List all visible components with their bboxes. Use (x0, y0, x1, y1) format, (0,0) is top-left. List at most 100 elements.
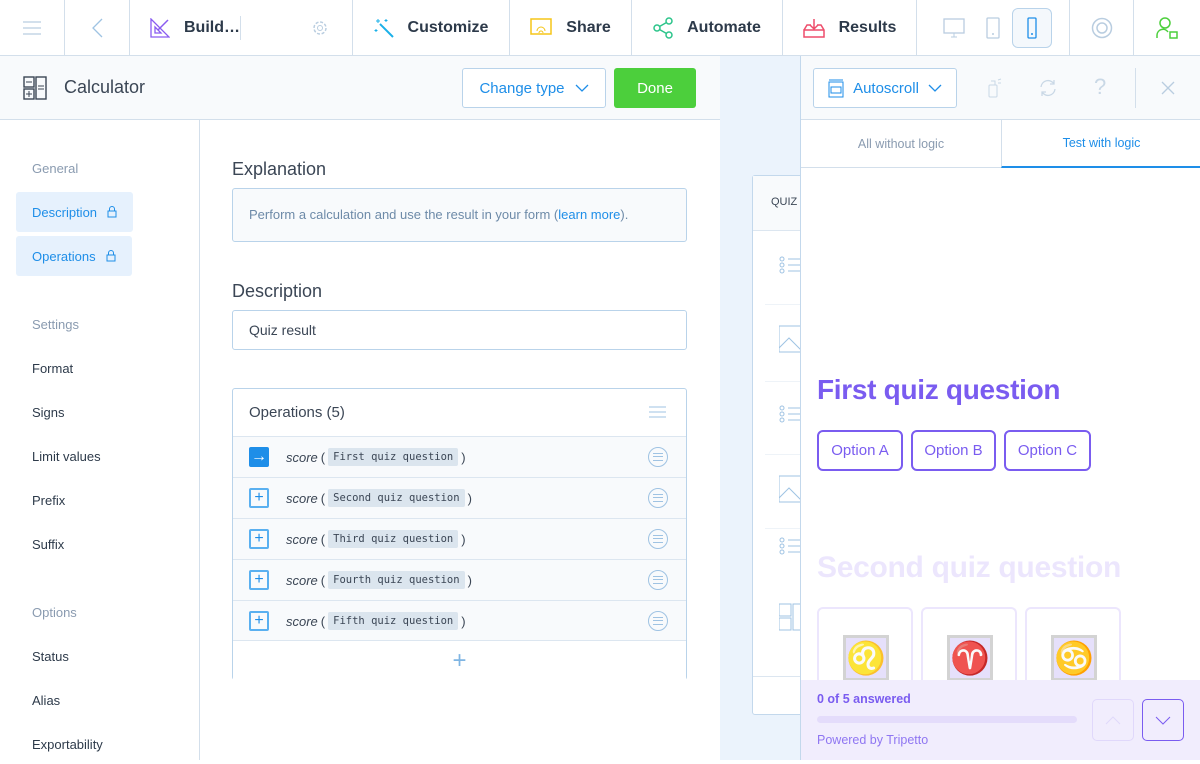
paren-close: ) (467, 572, 472, 588)
help-icon[interactable]: ? (1094, 74, 1106, 100)
option-label: Option B (924, 442, 983, 459)
tab-build[interactable]: Build… (130, 0, 353, 55)
explanation-text: Perform a calculation and use the result… (249, 207, 559, 222)
section-settings: Settings (32, 317, 79, 332)
close-icon[interactable] (1161, 81, 1175, 95)
chevron-down-icon (575, 84, 588, 92)
item-label: Suffix (32, 536, 65, 552)
image-option-leo[interactable]: ♌ (817, 607, 913, 687)
description-input[interactable]: Quiz result (232, 310, 687, 350)
question-2-title: Second quiz question (817, 551, 1122, 584)
add-operation-button[interactable]: + (233, 640, 686, 680)
lock-icon (107, 206, 117, 218)
item-label: Prefix (32, 492, 66, 508)
sidebar-item-prefix[interactable]: Prefix (16, 480, 81, 520)
customize-label: Customize (407, 18, 489, 36)
plus-icon[interactable]: + (249, 570, 269, 590)
sidebar-item-format[interactable]: Format (16, 348, 89, 388)
item-label: Description (32, 204, 98, 220)
tab-all-without-logic[interactable]: All without logic (801, 120, 1001, 168)
argument-tag: Third quiz question (328, 530, 459, 548)
function-name: score (286, 531, 318, 547)
plus-icon[interactable]: + (249, 529, 269, 549)
operation-menu-icon[interactable] (648, 447, 668, 467)
argument-tag: Fifth quiz question (328, 612, 459, 630)
tab-automate[interactable]: Automate (632, 0, 783, 55)
previous-button[interactable] (1092, 699, 1134, 741)
leo-icon: ♌ (843, 635, 889, 681)
sidebar-item-status[interactable]: Status (16, 636, 85, 676)
description-value: Quiz result (249, 322, 316, 338)
connections-icon (653, 16, 673, 39)
paren-close: ) (461, 449, 466, 465)
image-option-aries[interactable]: ♈ (921, 607, 1017, 687)
editor-header: Calculator Change type Done (0, 56, 720, 120)
tablet-preview-button[interactable] (974, 8, 1012, 48)
spray-clear-icon[interactable] (988, 78, 1002, 98)
change-type-button[interactable]: Change type (462, 68, 606, 108)
sidebar-item-signs[interactable]: Signs (16, 392, 81, 432)
operation-row[interactable]: + score(Fifth quiz question) (233, 600, 686, 641)
account-button[interactable] (1134, 0, 1200, 55)
preview-toolbar: Autoscroll ? (801, 56, 1200, 120)
autoscroll-label: Autoscroll (853, 79, 919, 97)
menu-icon[interactable] (649, 406, 666, 418)
build-label: Build… (184, 18, 240, 36)
operation-row[interactable]: + score(Fourth quiz question) (233, 559, 686, 600)
operation-row[interactable]: → score(First quiz question) (233, 436, 686, 477)
next-button[interactable] (1142, 699, 1184, 741)
operation-row[interactable]: + score(Second quiz question) (233, 477, 686, 518)
help-button[interactable] (1070, 0, 1134, 55)
tab-label: Test with logic (1062, 136, 1141, 150)
operation-expression: score(Fifth quiz question) (286, 612, 466, 630)
item-label: Signs (32, 404, 65, 420)
sidebar-item-alias[interactable]: Alias (16, 680, 76, 720)
plus-icon[interactable]: + (249, 488, 269, 508)
powered-by-link[interactable]: Powered by Tripetto (817, 733, 928, 747)
operation-menu-icon[interactable] (648, 488, 668, 508)
tab-results[interactable]: Results (783, 0, 917, 55)
operation-row[interactable]: + score(Third quiz question) (233, 518, 686, 559)
tab-test-with-logic[interactable]: Test with logic (1001, 120, 1200, 168)
done-button[interactable]: Done (614, 68, 696, 108)
tab-label: All without logic (857, 136, 945, 151)
chevron-down-icon (928, 84, 942, 92)
operation-menu-icon[interactable] (648, 570, 668, 590)
option-label: Option C (1017, 442, 1078, 459)
sidebar-item-description[interactable]: Description (16, 192, 134, 232)
hamburger-icon (23, 20, 41, 35)
reset-icon[interactable] (1038, 78, 1058, 98)
image-option-cancer[interactable]: ♋ (1025, 607, 1121, 687)
item-label: Alias (32, 692, 61, 708)
phone-icon (1027, 16, 1037, 39)
menu-button[interactable] (0, 0, 65, 55)
phone-preview-button[interactable] (1012, 7, 1052, 48)
operation-expression: score(First quiz question) (286, 448, 466, 466)
option-b-button[interactable]: Option B (911, 430, 996, 471)
preview-panel: Autoscroll ? All without logic Test with… (800, 56, 1200, 760)
gear-icon[interactable] (312, 20, 328, 36)
operations-list: Operations (5) → score(First quiz questi… (232, 388, 687, 680)
tab-share[interactable]: Share (510, 0, 632, 55)
plus-icon[interactable]: + (249, 611, 269, 631)
tab-customize[interactable]: Customize (353, 0, 510, 55)
operation-menu-icon[interactable] (648, 611, 668, 631)
learn-more-link[interactable]: learn more (558, 207, 620, 222)
sidebar-item-exportability[interactable]: Exportability (16, 724, 119, 764)
option-c-button[interactable]: Option C (1004, 430, 1091, 471)
autoscroll-dropdown[interactable]: Autoscroll (813, 68, 957, 108)
progress-text: 0 of 5 answered (817, 692, 911, 706)
aries-icon: ♈ (947, 635, 993, 681)
desktop-preview-button[interactable] (934, 8, 974, 48)
operation-expression: score(Second quiz question) (286, 489, 472, 507)
option-a-button[interactable]: Option A (817, 430, 903, 471)
sidebar-item-suffix[interactable]: Suffix (16, 524, 80, 564)
item-label: Exportability (32, 736, 103, 752)
arrow-right-icon[interactable]: → (249, 447, 269, 467)
section-options: Options (32, 605, 77, 620)
sidebar-item-limit-values[interactable]: Limit values (16, 436, 117, 476)
sidebar-item-operations[interactable]: Operations (16, 236, 132, 276)
back-button[interactable] (65, 0, 130, 55)
progress-bar (817, 716, 1077, 723)
operation-menu-icon[interactable] (648, 529, 668, 549)
